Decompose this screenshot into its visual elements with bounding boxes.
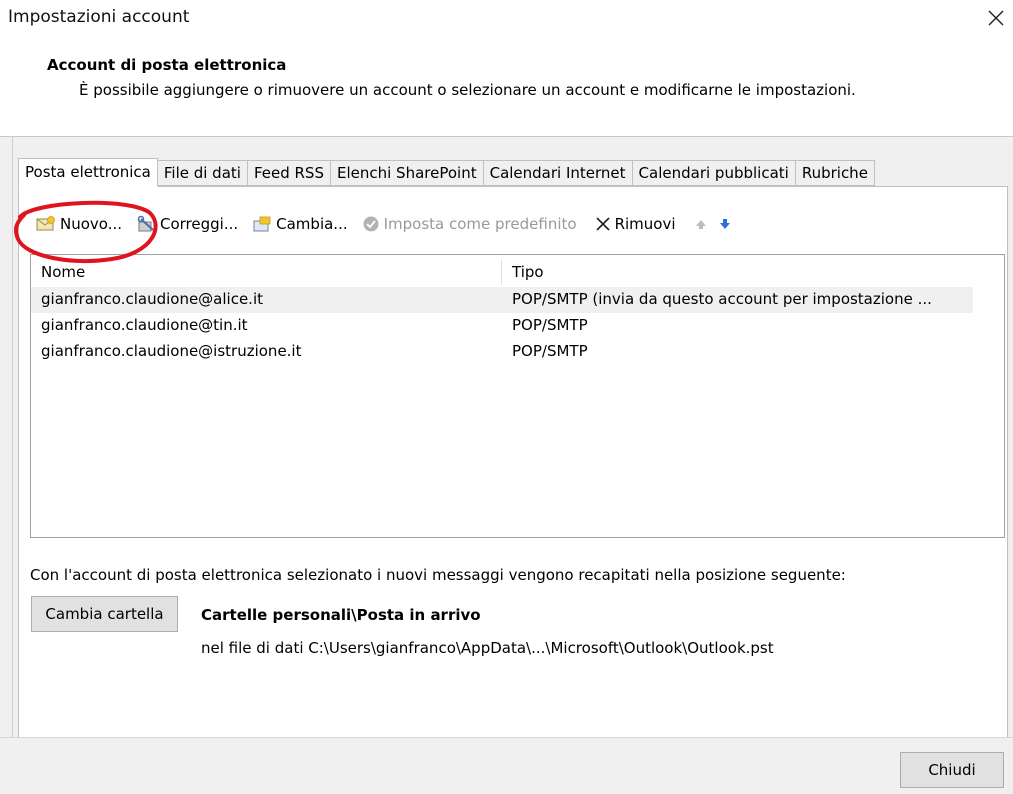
- data-file-path: nel file di dati C:\Users\gianfranco\App…: [201, 639, 774, 657]
- account-name: gianfranco.claudione@tin.it: [41, 316, 248, 334]
- change-label: Cambia...: [276, 215, 348, 233]
- list-header: Nome Tipo: [31, 255, 973, 285]
- check-circle-icon: [362, 215, 380, 233]
- repair-button[interactable]: Correggi...: [132, 211, 242, 237]
- tab-posta-elettronica[interactable]: Posta elettronica: [18, 158, 158, 187]
- move-down-button[interactable]: [714, 211, 736, 237]
- delivery-folder-path: Cartelle personali\Posta in arrivo: [201, 606, 481, 624]
- set-default-label: Imposta come predefinito: [383, 215, 577, 233]
- delivery-info-text: Con l'account di posta elettronica selez…: [30, 566, 846, 584]
- remove-label: Rimuovi: [614, 215, 676, 233]
- new-account-label: Nuovo...: [60, 215, 122, 233]
- account-list: Nome Tipo gianfranco.claudione@alice.it …: [30, 254, 1005, 538]
- column-header-type[interactable]: Tipo: [512, 263, 544, 281]
- move-up-button[interactable]: [690, 211, 712, 237]
- close-button[interactable]: [980, 2, 1012, 34]
- tab-feed-rss[interactable]: Feed RSS: [247, 160, 331, 186]
- remove-x-icon: [595, 216, 611, 232]
- account-type: POP/SMTP: [512, 342, 588, 360]
- account-type: POP/SMTP: [512, 316, 588, 334]
- new-account-button[interactable]: Nuovo...: [32, 211, 126, 237]
- dialog-header: Account di posta elettronica È possibile…: [0, 36, 1013, 136]
- title-bar: Impostazioni account: [0, 0, 1013, 36]
- change-icon: [252, 215, 272, 233]
- new-mail-icon: [36, 215, 56, 233]
- tab-calendari-pubblicati[interactable]: Calendari pubblicati: [632, 160, 796, 186]
- account-name: gianfranco.claudione@istruzione.it: [41, 342, 302, 360]
- repair-icon: [136, 215, 156, 233]
- account-type: POP/SMTP (invia da questo account per im…: [512, 290, 932, 308]
- arrow-up-icon: [695, 220, 706, 229]
- tab-file-di-dati[interactable]: File di dati: [157, 160, 248, 186]
- close-dialog-button[interactable]: Chiudi: [900, 752, 1004, 788]
- tab-rubriche[interactable]: Rubriche: [795, 160, 875, 186]
- remove-button[interactable]: Rimuovi: [591, 211, 680, 237]
- change-button[interactable]: Cambia...: [248, 211, 351, 237]
- header-title: Account di posta elettronica: [47, 56, 287, 74]
- account-name: gianfranco.claudione@alice.it: [41, 290, 263, 308]
- dialog-footer: [0, 737, 1013, 794]
- column-divider[interactable]: [501, 259, 502, 285]
- account-row-tin[interactable]: gianfranco.claudione@tin.it POP/SMTP: [31, 313, 973, 339]
- arrow-down-icon: [719, 219, 730, 229]
- change-folder-button[interactable]: Cambia cartella: [31, 596, 178, 632]
- account-row-istruzione[interactable]: gianfranco.claudione@istruzione.it POP/S…: [31, 339, 973, 365]
- header-description: È possibile aggiungere o rimuovere un ac…: [79, 81, 856, 99]
- tab-elenchi-sharepoint[interactable]: Elenchi SharePoint: [330, 160, 484, 186]
- column-header-name[interactable]: Nome: [41, 263, 85, 281]
- repair-label: Correggi...: [160, 215, 239, 233]
- close-icon: [988, 10, 1004, 26]
- body-border: [12, 137, 13, 737]
- tab-calendari-internet[interactable]: Calendari Internet: [483, 160, 633, 186]
- tab-strip: Posta elettronica File di dati Feed RSS …: [18, 158, 875, 187]
- account-row-alice[interactable]: gianfranco.claudione@alice.it POP/SMTP (…: [31, 287, 973, 313]
- set-default-button[interactable]: Imposta come predefinito: [358, 211, 581, 237]
- account-toolbar: Nuovo... Correggi... Cambia... Imposta c…: [32, 211, 736, 237]
- window-title: Impostazioni account: [8, 7, 190, 27]
